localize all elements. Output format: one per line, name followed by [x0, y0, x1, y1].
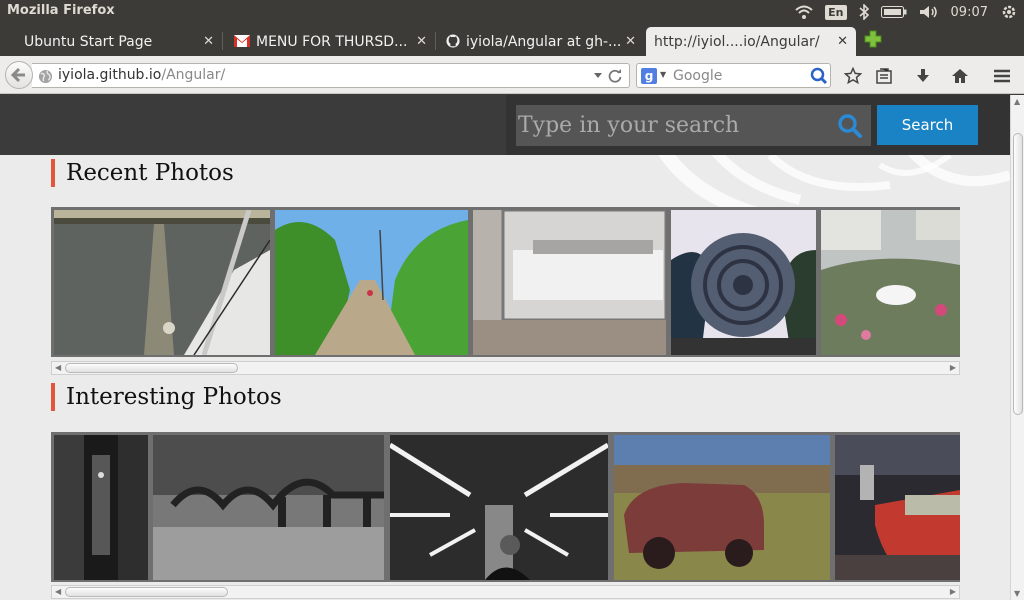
photo-forest-path[interactable] [275, 210, 468, 355]
search-button[interactable]: Search [877, 105, 978, 145]
google-icon[interactable]: g [641, 68, 657, 84]
scroll-right-icon[interactable]: ▶ [950, 586, 956, 598]
site-search-box[interactable] [516, 105, 871, 146]
home-button[interactable] [949, 65, 971, 87]
volume-icon[interactable] [919, 5, 939, 19]
decorative-swirl [658, 155, 1010, 215]
menu-button[interactable] [991, 65, 1013, 87]
keyboard-language-indicator[interactable]: En [825, 4, 847, 20]
tab-label: MENU FOR THURSD... [256, 33, 408, 50]
globe-icon[interactable] [38, 69, 53, 84]
site-search-area: Search [506, 95, 1010, 155]
close-icon[interactable]: ✕ [837, 34, 848, 49]
power-gear-icon[interactable] [1002, 5, 1016, 19]
scroll-down-icon[interactable]: ▼ [1014, 589, 1020, 598]
scrollbar-thumb[interactable] [1013, 133, 1023, 415]
tab-gmail-menu[interactable]: MENU FOR THURSD... ✕ [229, 27, 435, 56]
bluetooth-icon[interactable] [859, 4, 869, 20]
section-title-recent: Recent Photos [51, 159, 234, 187]
photo-window-bed[interactable] [473, 210, 666, 355]
photo-night-alley[interactable] [54, 435, 148, 580]
search-icon[interactable] [837, 113, 863, 139]
page-vertical-scrollbar[interactable]: ▲ ▼ [1010, 95, 1024, 600]
gmail-icon [234, 35, 250, 47]
download-arrow-icon [917, 69, 929, 82]
downloads-button[interactable] [912, 65, 934, 87]
back-button[interactable] [5, 61, 33, 89]
home-icon [952, 69, 968, 83]
chevron-down-icon[interactable] [593, 70, 603, 80]
window-title: Mozilla Firefox [7, 3, 115, 18]
system-top-panel: Mozilla Firefox En 09:07 [0, 0, 1024, 24]
star-icon [844, 67, 862, 85]
url-bar[interactable]: iyiola.github.io/Angular/ [32, 63, 630, 88]
tab-label: http://iyiol....io/Angular/ [654, 33, 820, 50]
url-path: /Angular/ [161, 67, 226, 83]
scrollbar-thumb[interactable] [65, 363, 238, 373]
site-header: Search [0, 95, 1010, 155]
bookmarks-list-icon [876, 68, 892, 84]
recent-photos-scrollbar[interactable]: ◀ ▶ [51, 361, 960, 375]
search-icon[interactable] [810, 67, 828, 85]
web-page: Search Recent Photos [0, 95, 1010, 600]
recent-photos-strip [51, 207, 960, 357]
clock[interactable]: 09:07 [951, 5, 988, 20]
bookmark-star-button[interactable] [842, 65, 864, 87]
battery-icon[interactable] [880, 6, 907, 18]
tab-separator [435, 32, 436, 50]
site-search-input[interactable] [516, 105, 836, 146]
photo-light-tunnel[interactable] [390, 435, 608, 580]
arrow-left-icon [10, 67, 25, 83]
section-title-interesting: Interesting Photos [51, 383, 282, 411]
github-icon [446, 34, 460, 48]
url-host: iyiola.github.io [58, 67, 162, 83]
photo-stone-emblem[interactable] [671, 210, 816, 355]
interesting-photos-scrollbar[interactable]: ◀ ▶ [51, 585, 960, 599]
tab-label: Ubuntu Start Page [24, 33, 153, 50]
tab-github-angular[interactable]: iyiola/Angular at gh-... ✕ [440, 27, 644, 56]
reload-icon[interactable] [607, 68, 623, 84]
photo-fountain-flowers[interactable] [821, 210, 960, 355]
photo-forth-bridge[interactable] [153, 435, 384, 580]
hamburger-menu-icon [994, 69, 1010, 83]
interesting-photos-strip [51, 432, 960, 582]
tab-separator [222, 32, 223, 50]
navigation-toolbar: iyiola.github.io/Angular/ g ▼ Google [0, 56, 1024, 94]
tab-strip: Ubuntu Start Page ✕ MENU FOR THURSD... ✕… [0, 24, 1024, 56]
bookmarks-button[interactable] [873, 65, 895, 87]
close-icon[interactable]: ✕ [416, 34, 427, 49]
scrollbar-thumb[interactable] [65, 587, 228, 597]
new-tab-icon[interactable] [864, 30, 882, 48]
close-icon[interactable]: ✕ [625, 34, 636, 49]
tab-ubuntu-start[interactable]: Ubuntu Start Page ✕ [0, 27, 222, 56]
wifi-icon[interactable] [795, 5, 813, 19]
url-text[interactable]: iyiola.github.io/Angular/ [58, 67, 225, 83]
scroll-left-icon[interactable]: ◀ [55, 586, 61, 598]
photo-street-racer[interactable] [835, 435, 960, 580]
chevron-down-icon[interactable]: ▼ [660, 70, 666, 79]
tab-angular-active[interactable]: http://iyiol....io/Angular/ ✕ [646, 27, 856, 56]
photo-sunset-sailboat[interactable] [54, 210, 270, 355]
photo-rusty-car[interactable] [614, 435, 830, 580]
scroll-right-icon[interactable]: ▶ [950, 362, 956, 374]
scroll-up-icon[interactable]: ▲ [1014, 97, 1020, 106]
search-placeholder: Google [673, 68, 723, 84]
close-icon[interactable]: ✕ [203, 34, 214, 49]
system-tray: En 09:07 [795, 0, 1024, 24]
scroll-left-icon[interactable]: ◀ [55, 362, 61, 374]
web-search-bar[interactable]: g ▼ Google [636, 63, 831, 88]
tab-label: iyiola/Angular at gh-... [466, 33, 622, 50]
